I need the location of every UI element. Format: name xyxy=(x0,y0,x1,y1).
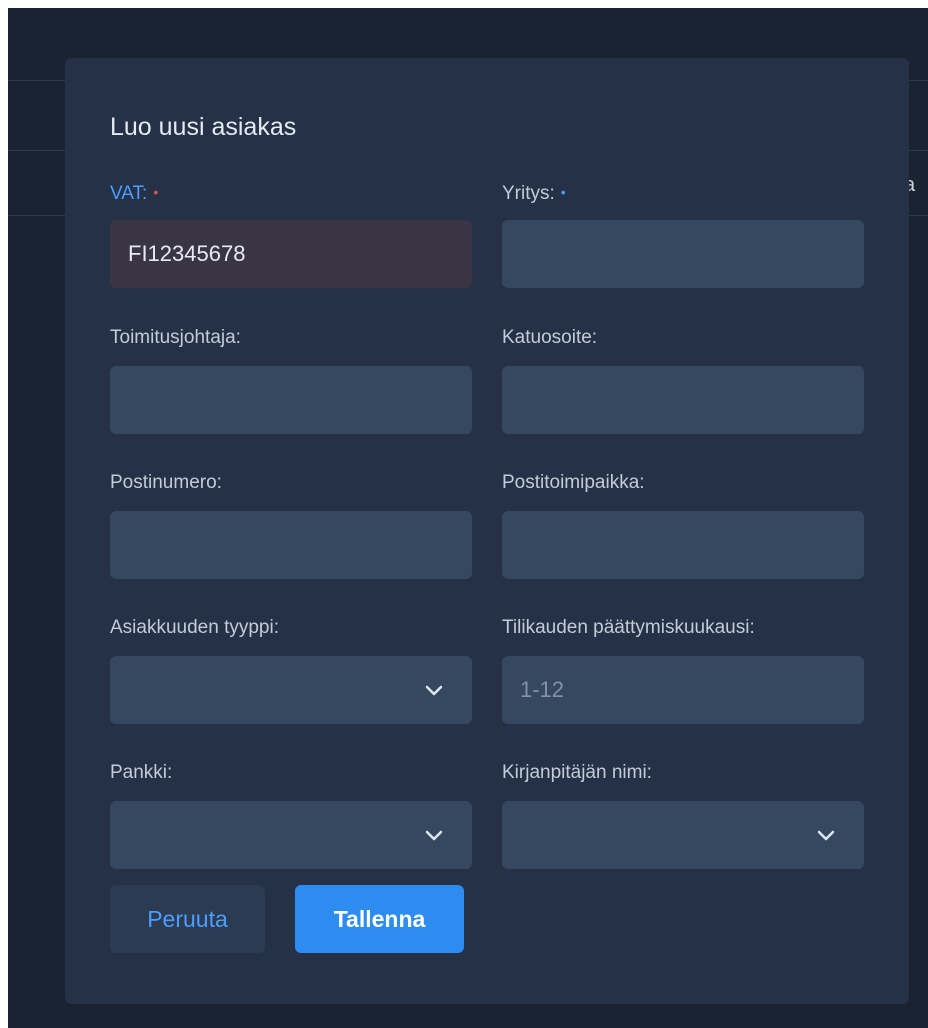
city-input[interactable] xyxy=(502,511,864,579)
ceo-field: Toimitusjohtaja: xyxy=(110,326,472,434)
city-field: Postitoimipaikka: xyxy=(502,471,864,579)
chevron-down-icon xyxy=(425,685,443,696)
chevron-down-icon xyxy=(425,830,443,841)
fiscal-end-month-field: Tilikauden päättymiskuukausi: xyxy=(502,616,864,724)
customer-type-label: Asiakkuuden tyyppi: xyxy=(110,617,279,638)
ceo-input[interactable] xyxy=(110,366,472,434)
city-label: Postitoimipaikka: xyxy=(502,472,645,493)
bank-select[interactable] xyxy=(110,801,472,869)
bank-field: Pankki: xyxy=(110,761,472,869)
ceo-label: Toimitusjohtaja: xyxy=(110,327,241,348)
create-customer-dialog: Luo uusi asiakas VAT:• Yritys:• Toimitus… xyxy=(65,58,909,1004)
postal-code-input[interactable] xyxy=(110,511,472,579)
vat-field: VAT: • xyxy=(110,180,472,288)
accountant-label: Kirjanpitäjän nimi: xyxy=(502,762,652,783)
street-input[interactable] xyxy=(502,366,864,434)
company-label: Yritys: • xyxy=(502,180,864,204)
bank-label: Pankki: xyxy=(110,762,173,783)
street-field: Katuosoite: xyxy=(502,326,864,434)
postal-code-field: Postinumero: xyxy=(110,471,472,579)
accountant-select[interactable] xyxy=(502,801,864,869)
chevron-down-icon xyxy=(817,830,835,841)
dialog-title: Luo uusi asiakas xyxy=(110,113,297,141)
accountant-field: Kirjanpitäjän nimi: xyxy=(502,761,864,869)
customer-type-select[interactable] xyxy=(110,656,472,724)
vat-input[interactable] xyxy=(110,220,472,288)
company-input[interactable] xyxy=(502,220,864,288)
postal-code-label: Postinumero: xyxy=(110,472,222,493)
company-field: Yritys: • xyxy=(502,180,864,288)
required-indicator: • xyxy=(153,184,159,200)
cancel-button[interactable]: Peruuta xyxy=(110,885,265,953)
fiscal-end-month-label: Tilikauden päättymiskuukausi: xyxy=(502,617,755,638)
app-background: ka Luo uusi asiakas VAT:• Yritys:• Toimi… xyxy=(8,8,928,1028)
street-label: Katuosoite: xyxy=(502,327,598,348)
fiscal-end-month-input[interactable] xyxy=(502,656,864,724)
vat-label: VAT: • xyxy=(110,180,472,204)
customer-type-field: Asiakkuuden tyyppi: xyxy=(110,616,472,724)
save-button[interactable]: Tallenna xyxy=(295,885,464,953)
required-indicator: • xyxy=(560,184,566,200)
